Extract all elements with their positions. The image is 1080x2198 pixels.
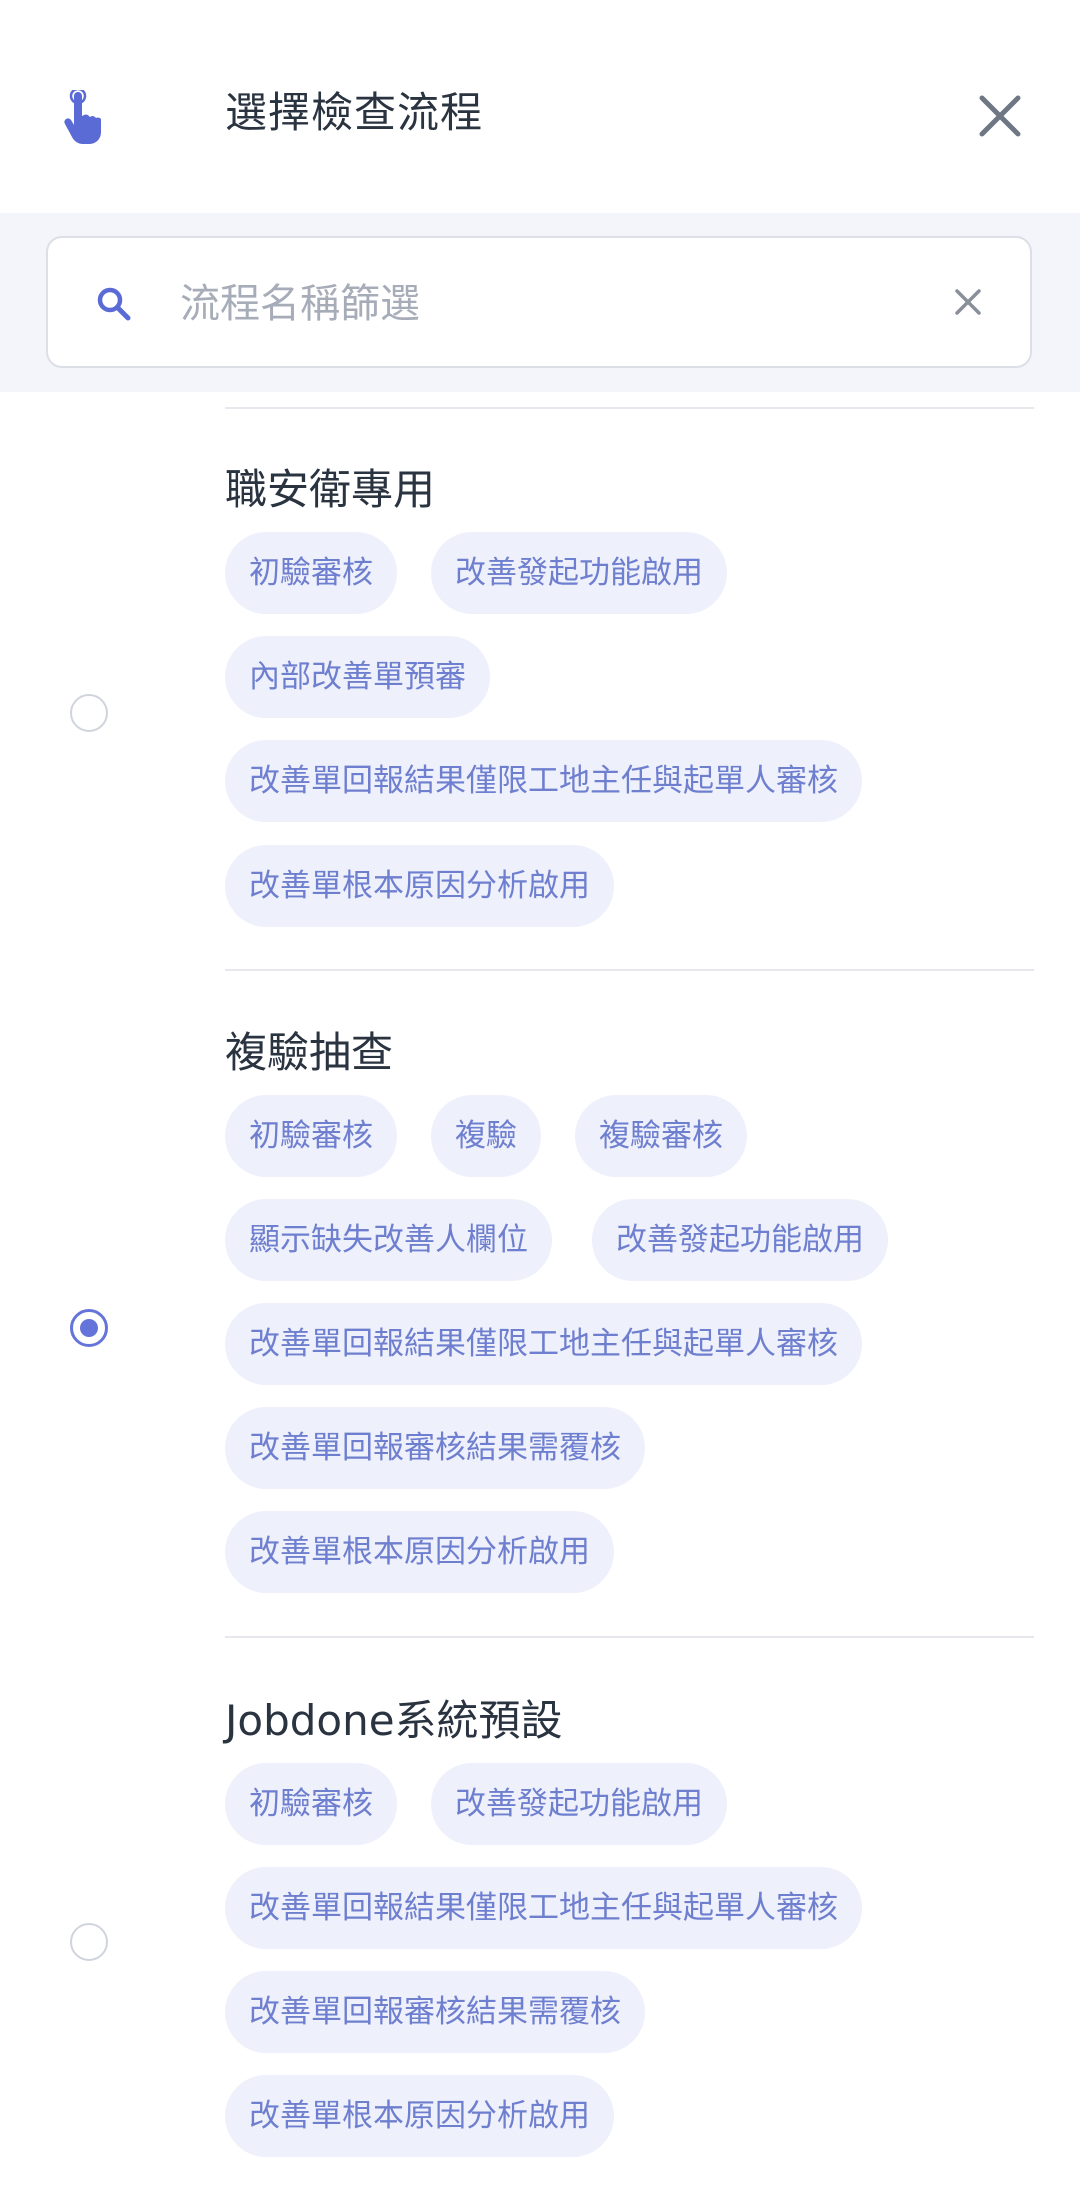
flow-tag: 改善單回報結果僅限工地主任與起單人審核 — [225, 1303, 862, 1385]
flow-name: 複驗抽查 — [225, 1028, 394, 1077]
flow-tag: 初驗審核 — [225, 1763, 397, 1845]
flow-radio[interactable] — [70, 694, 108, 732]
flow-tag: 複驗審核 — [575, 1095, 747, 1177]
flow-tag: 改善發起功能啟用 — [592, 1199, 888, 1281]
flow-tag: 改善單根本原因分析啟用 — [225, 1511, 614, 1593]
page-title: 選擇檢查流程 — [225, 88, 484, 137]
flow-name: Jobdone系統預設 — [225, 1696, 563, 1745]
flow-tag: 內部改善單預審 — [225, 636, 490, 718]
flow-tag: 改善單根本原因分析啟用 — [225, 845, 614, 927]
flow-tag: 複驗 — [431, 1095, 541, 1177]
flow-tag: 改善單回報審核結果需覆核 — [225, 1971, 645, 2053]
flow-tag: 改善單回報結果僅限工地主任與起單人審核 — [225, 740, 862, 822]
search-icon — [97, 287, 131, 321]
flow-tag: 初驗審核 — [225, 1095, 397, 1177]
flow-radio-selected[interactable] — [70, 1309, 108, 1347]
flow-divider — [225, 969, 1034, 971]
flow-tag: 改善單回報審核結果需覆核 — [225, 1407, 645, 1489]
flow-radio[interactable] — [70, 1923, 108, 1961]
header: 選擇檢查流程 — [0, 0, 1080, 213]
flow-tag: 改善發起功能啟用 — [431, 532, 727, 614]
list-top-divider — [225, 407, 1034, 409]
search-box — [46, 236, 1032, 368]
close-icon[interactable] — [972, 88, 1028, 144]
flow-tag: 顯示缺失改善人欄位 — [225, 1199, 552, 1281]
flow-tag: 初驗審核 — [225, 532, 397, 614]
hand-pointer-icon — [64, 90, 101, 144]
search-input[interactable] — [180, 274, 960, 334]
flow-divider — [225, 1636, 1034, 1638]
flow-tag: 改善單根本原因分析啟用 — [225, 2075, 614, 2157]
clear-search-icon[interactable] — [948, 282, 988, 322]
flow-tag: 改善單回報結果僅限工地主任與起單人審核 — [225, 1867, 862, 1949]
flow-name: 職安衛專用 — [225, 465, 436, 514]
flow-tag: 改善發起功能啟用 — [431, 1763, 727, 1845]
